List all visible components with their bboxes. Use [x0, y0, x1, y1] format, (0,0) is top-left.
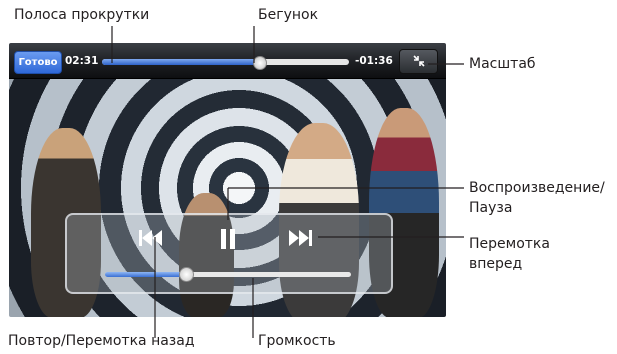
callout-leader-lines	[111, 26, 464, 338]
